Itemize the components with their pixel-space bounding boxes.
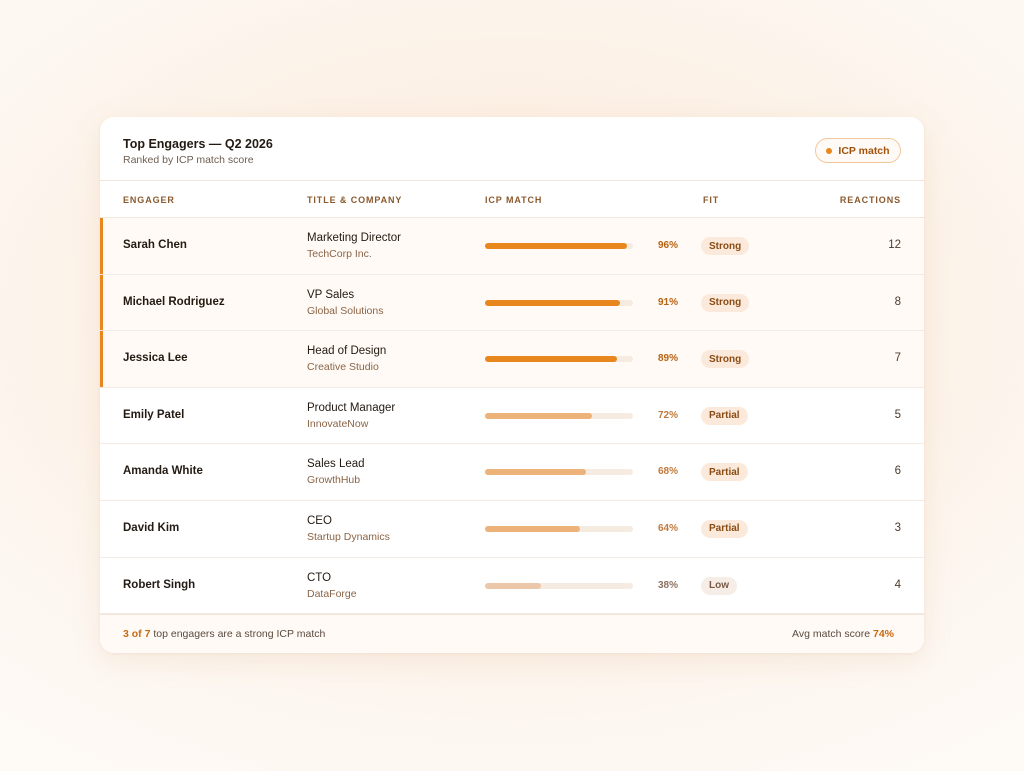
engager-company: InnovateNow — [307, 417, 369, 430]
engager-company: TechCorp Inc. — [307, 248, 372, 260]
table-row[interactable]: Michael Rodriguez VP Sales Global Solution… — [100, 274, 924, 332]
engager-title: Product Manager — [307, 401, 396, 414]
icp-match-percent: 64% — [657, 522, 678, 534]
icp-match-percent: 68% — [657, 466, 678, 478]
engager-company: Global Solutions — [307, 304, 384, 317]
card-header: Top Engagers — Q2 2026 Ranked by ICP mat… — [100, 117, 924, 181]
icp-match-bar-fill — [485, 582, 542, 589]
icp-match-bar-fill — [485, 243, 628, 249]
table-row[interactable]: Jessica Lee Head of Design Creative Studio… — [100, 331, 924, 388]
fit-badge: Partial — [701, 406, 748, 425]
column-header-reactions[interactable]: REACTIONS — [840, 195, 901, 205]
table-header: ENGAGER TITLE & COMPANY ICP MATCH FIT RE… — [100, 181, 924, 218]
icp-match-pill-label: ICP match — [838, 144, 890, 157]
engager-company: DataForge — [307, 587, 357, 600]
column-header-fit[interactable]: FIT — [703, 195, 719, 205]
icp-match-bar — [485, 356, 633, 363]
icp-match-percent: 38% — [657, 579, 678, 591]
fit-badge: Partial — [701, 463, 748, 482]
engager-company: GrowthHub — [307, 474, 361, 487]
engager-name: Michael Rodriguez — [123, 295, 225, 308]
reactions-count: 8 — [894, 295, 901, 308]
icp-match-bar-fill — [485, 469, 586, 476]
avg-match-summary: Avg match score 74% — [792, 628, 894, 640]
status-dot-icon — [826, 147, 833, 154]
icp-match-bar-fill — [485, 299, 620, 306]
icp-match-percent: 72% — [657, 409, 678, 421]
reactions-count: 5 — [894, 408, 901, 421]
engager-title: VP Sales — [307, 288, 355, 301]
column-header-engager[interactable]: ENGAGER — [123, 195, 175, 205]
table-row[interactable]: Amanda White Sales Lead GrowthHub 68% Partia… — [100, 444, 924, 501]
engager-name: Jessica Lee — [123, 352, 188, 365]
reactions-count: 4 — [894, 578, 901, 591]
card-subtitle: Ranked by ICP match score — [123, 154, 254, 166]
fit-badge: Strong — [701, 237, 750, 255]
engager-name: David Kim — [123, 521, 180, 534]
reactions-count: 7 — [894, 352, 901, 365]
reactions-count: 12 — [888, 239, 901, 251]
reactions-count: 3 — [894, 521, 901, 534]
avg-match-label: Avg match score — [792, 628, 873, 640]
icp-match-percent: 89% — [657, 353, 678, 365]
engager-company: Startup Dynamics — [307, 530, 390, 543]
engager-company: Creative Studio — [307, 361, 379, 374]
icp-match-bar — [485, 525, 633, 532]
fit-badge: Partial — [701, 519, 748, 538]
table-row[interactable]: Sarah Chen Marketing Director TechCorp Inc… — [100, 218, 924, 275]
strong-match-text: top engagers are a strong ICP match — [150, 628, 326, 640]
column-header-title-company[interactable]: TITLE & COMPANY — [307, 195, 402, 205]
strong-match-count: 3 of 7 — [123, 628, 151, 640]
fit-badge: Strong — [701, 350, 750, 369]
engager-name: Amanda White — [123, 465, 203, 478]
icp-match-bar-fill — [485, 412, 592, 419]
icp-match-bar — [485, 469, 633, 476]
engager-title: CTO — [307, 571, 332, 584]
table-row[interactable]: David Kim CEO Startup Dynamics 64% Partial 3 — [100, 501, 924, 558]
icp-match-percent: 96% — [657, 240, 678, 251]
card-title: Top Engagers — Q2 2026 — [123, 137, 273, 151]
table-row[interactable]: Emily Patel Product Manager InnovateNow 72%… — [100, 388, 924, 445]
engager-name: Emily Patel — [123, 408, 185, 421]
icp-match-bar — [485, 299, 633, 306]
icp-match-percent: 91% — [657, 296, 678, 308]
fit-badge: Low — [701, 576, 737, 595]
table-body: Sarah Chen Marketing Director TechCorp Inc… — [100, 218, 924, 615]
strong-match-summary: 3 of 7 top engagers are a strong ICP mat… — [123, 628, 325, 640]
engager-title: Marketing Director — [307, 232, 401, 244]
engager-title: CEO — [307, 514, 332, 527]
engager-title: Sales Lead — [307, 458, 365, 471]
icp-match-bar-fill — [485, 525, 580, 532]
avg-match-value: 74% — [872, 628, 894, 640]
engager-name: Sarah Chen — [123, 239, 187, 251]
icp-match-filter-pill[interactable]: ICP match — [815, 138, 901, 163]
icp-match-bar-fill — [485, 356, 617, 363]
top-engagers-card: Top Engagers — Q2 2026 Ranked by ICP mat… — [100, 117, 924, 653]
icp-match-bar — [485, 582, 633, 589]
reactions-count: 6 — [894, 465, 901, 478]
engager-title: Head of Design — [307, 345, 387, 358]
table-row[interactable]: Robert Singh CTO DataForge 38% Low 4 — [100, 558, 924, 615]
column-header-icp-match[interactable]: ICP MATCH — [485, 195, 542, 205]
engager-name: Robert Singh — [123, 578, 196, 591]
card-footer: 3 of 7 top engagers are a strong ICP mat… — [100, 614, 924, 653]
icp-match-bar — [485, 412, 633, 419]
fit-badge: Strong — [701, 293, 750, 312]
icp-match-bar — [485, 243, 633, 249]
